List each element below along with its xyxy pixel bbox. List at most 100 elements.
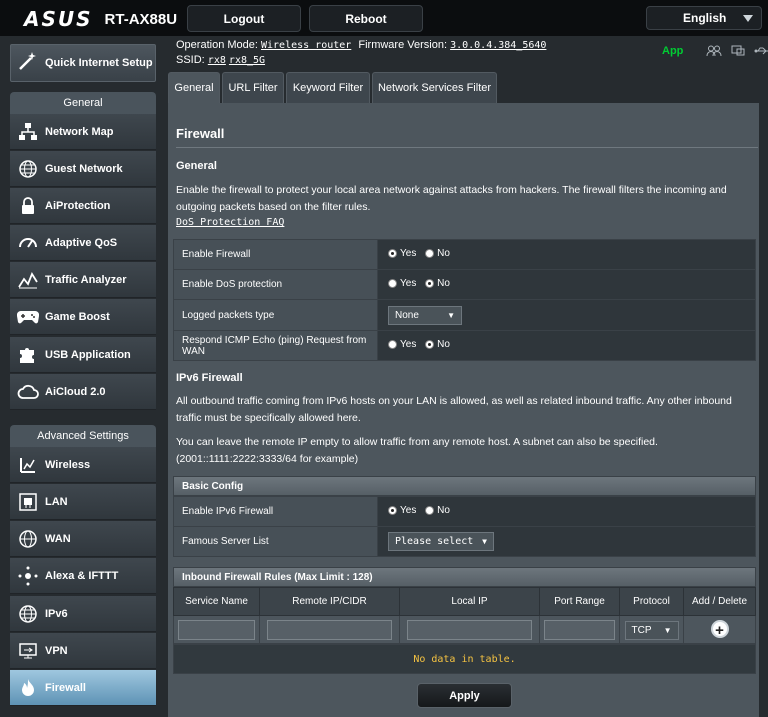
sidebar-item-traffic-analyzer[interactable]: Traffic Analyzer — [10, 262, 156, 298]
enable-firewall-yes-radio[interactable]: Yes — [388, 248, 416, 259]
protocol-select[interactable]: TCP ▼ — [624, 620, 679, 640]
apply-button[interactable]: Apply — [417, 683, 512, 708]
logged-packets-select[interactable]: None ▼ — [388, 305, 462, 325]
col-remote-ip: Remote IP/CIDR — [259, 587, 400, 616]
row-label: Famous Server List — [173, 526, 378, 557]
general-description: Enable the firewall to protect your loca… — [176, 184, 727, 213]
ssid-5g-link[interactable]: rx8_5G — [229, 55, 265, 66]
sidebar-label: Guest Network — [45, 162, 123, 175]
dos-faq-link[interactable]: DoS Protection FAQ — [176, 217, 284, 228]
row-value: Yes No — [377, 269, 756, 300]
famous-server-select[interactable]: Please select ▼ — [388, 532, 494, 551]
basic-config-header: Basic Config — [173, 476, 756, 496]
wifi-icon — [16, 453, 40, 477]
qis-label: Quick Internet Setup — [45, 57, 153, 69]
radio-label: No — [437, 278, 450, 289]
sidebar-item-usb-application[interactable]: USB Application — [10, 337, 156, 373]
sidebar-item-wireless[interactable]: Wireless — [10, 447, 156, 483]
enable-firewall-no-radio[interactable]: No — [425, 248, 450, 259]
sidebar-label: IPv6 — [45, 607, 68, 620]
row-logged-packets: Logged packets type None ▼ — [173, 299, 756, 331]
sidebar-label: VPN — [45, 644, 68, 657]
sidebar-item-game-boost[interactable]: Game Boost — [10, 299, 156, 335]
respond-icmp-yes-radio[interactable]: Yes — [388, 339, 416, 350]
general-heading: General — [176, 160, 217, 172]
col-add-delete: Add / Delete — [683, 587, 756, 616]
row-famous-server: Famous Server List Please select ▼ — [173, 526, 756, 557]
lock-icon — [16, 194, 40, 218]
ssid-2g-link[interactable]: rx8 — [208, 55, 226, 66]
local-ip-input[interactable] — [406, 619, 533, 640]
radio-label: Yes — [400, 278, 417, 289]
app-link[interactable]: App — [662, 45, 683, 57]
sidebar-item-lan[interactable]: LAN — [10, 484, 156, 520]
row-enable-firewall: Enable Firewall Yes No — [173, 239, 756, 270]
radio-dot — [388, 249, 397, 258]
row-value: Yes No — [377, 496, 756, 527]
sidebar-item-aiprotection[interactable]: AiProtection — [10, 188, 156, 224]
service-name-input[interactable] — [178, 619, 255, 640]
ipv6-settings-table: Enable IPv6 Firewall Yes No Famous Serve… — [173, 496, 756, 557]
tab-url-filter[interactable]: URL Filter — [222, 72, 284, 103]
tab-keyword-filter[interactable]: Keyword Filter — [286, 72, 370, 103]
fire-icon — [16, 676, 40, 700]
tab-network-services-filter[interactable]: Network Services Filter — [372, 72, 497, 103]
sidebar-item-aicloud[interactable]: AiCloud 2.0 — [10, 374, 156, 410]
logout-button[interactable]: Logout — [187, 5, 301, 32]
monitor-icon[interactable] — [731, 45, 745, 57]
tab-general[interactable]: General — [168, 72, 220, 103]
users-icon[interactable] — [706, 45, 722, 57]
chart-icon — [16, 268, 40, 292]
quick-internet-setup-button[interactable]: Quick Internet Setup — [10, 44, 156, 82]
ipv6-globe-icon — [16, 602, 40, 626]
language-select[interactable]: English — [646, 6, 762, 30]
sidebar-label: AiProtection — [45, 199, 111, 212]
chevron-down-icon: ▼ — [482, 537, 487, 546]
enable-ipv6-yes-radio[interactable]: Yes — [388, 505, 416, 516]
sidebar-item-firewall[interactable]: Firewall — [10, 670, 156, 706]
radio-dot — [425, 249, 435, 258]
sidebar-item-ipv6[interactable]: IPv6 — [10, 596, 156, 632]
firmware-label: Firmware Version: — [358, 39, 448, 51]
sidebar-item-adaptive-qos[interactable]: Adaptive QoS — [10, 225, 156, 261]
row-enable-ipv6-firewall: Enable IPv6 Firewall Yes No — [173, 496, 756, 527]
usb-icon[interactable] — [754, 46, 768, 56]
radio-dot — [425, 506, 435, 515]
radio-dot — [388, 279, 397, 288]
port-range-input[interactable] — [543, 619, 616, 640]
enable-dos-yes-radio[interactable]: Yes — [388, 278, 416, 289]
ipv6-heading: IPv6 Firewall — [176, 372, 243, 384]
sidebar-label: Wireless — [45, 458, 91, 471]
radio-dot — [425, 279, 435, 288]
sidebar-label: AiCloud 2.0 — [45, 385, 106, 398]
sidebar-item-alexa-ifttt[interactable]: Alexa & IFTTT — [10, 558, 156, 594]
sidebar-item-vpn[interactable]: VPN — [10, 633, 156, 669]
sidebar-item-guest-network[interactable]: Guest Network — [10, 151, 156, 187]
sidebar-item-wan[interactable]: WAN — [10, 521, 156, 557]
no-data-message: No data in table. — [173, 644, 756, 674]
add-cell: + — [683, 615, 756, 644]
title-divider — [176, 147, 758, 148]
protocol-cell: TCP ▼ — [619, 615, 684, 644]
remote-ip-input[interactable] — [266, 619, 393, 640]
respond-icmp-no-radio[interactable]: No — [425, 339, 450, 350]
op-mode-link[interactable]: Wireless router — [261, 40, 351, 51]
firmware-link[interactable]: 3.0.0.4.384_5640 — [450, 40, 546, 51]
select-value: TCP — [631, 624, 652, 636]
enable-ipv6-no-radio[interactable]: No — [425, 505, 450, 516]
add-rule-button[interactable]: + — [710, 619, 729, 639]
chevron-down-icon: ▼ — [447, 310, 455, 320]
row-label: Enable IPv6 Firewall — [173, 496, 378, 527]
col-local-ip: Local IP — [399, 587, 540, 616]
chevron-down-icon: ▼ — [663, 625, 672, 635]
reboot-button[interactable]: Reboot — [309, 5, 423, 32]
sidebar-label: Game Boost — [45, 310, 110, 323]
chevron-down-icon — [743, 15, 753, 22]
puzzle-icon — [16, 343, 40, 367]
radio-label: Yes — [400, 505, 417, 516]
sidebar-label: USB Application — [45, 348, 131, 361]
radio-label: Yes — [400, 339, 417, 350]
enable-dos-no-radio[interactable]: No — [425, 278, 450, 289]
general-section-header: General — [10, 92, 156, 114]
sidebar-item-network-map[interactable]: Network Map — [10, 114, 156, 150]
